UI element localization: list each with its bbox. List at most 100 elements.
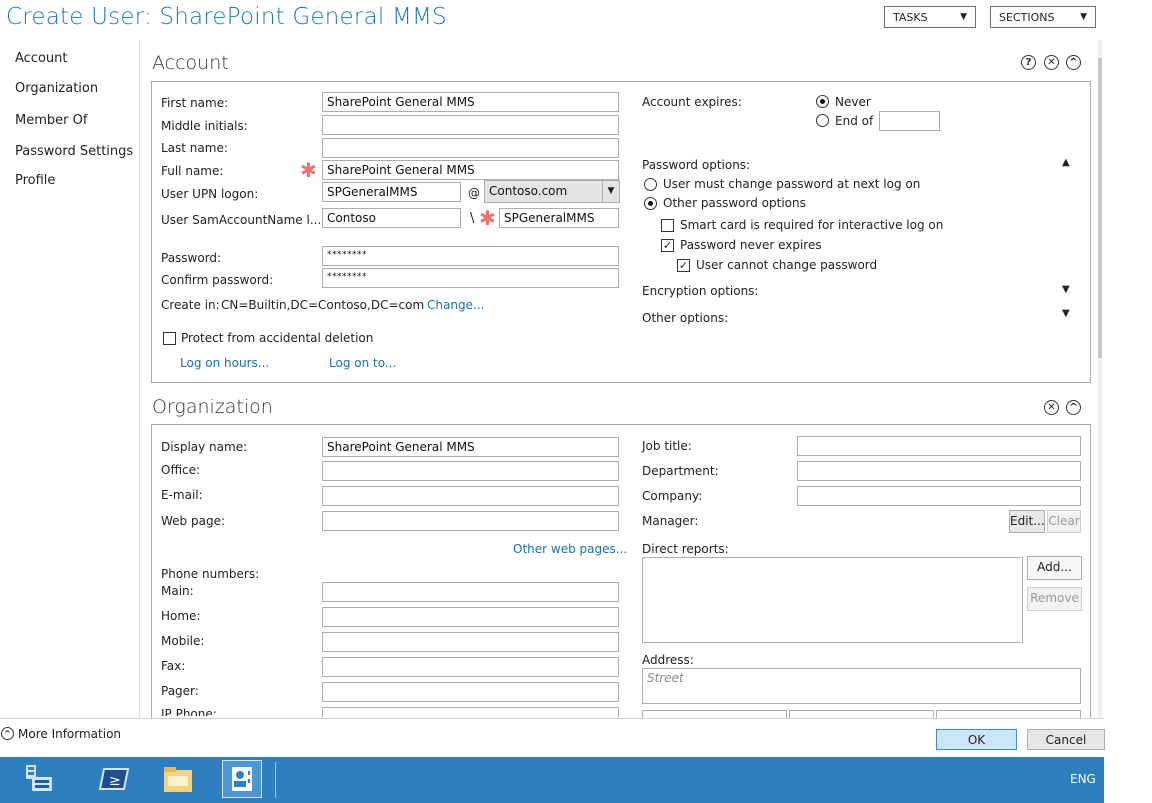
zip-input[interactable]: [936, 710, 1081, 718]
sections-label: SECTIONS: [999, 10, 1055, 24]
company-input[interactable]: [797, 486, 1081, 506]
sam-domain-input[interactable]: Contoso: [322, 208, 461, 228]
expand-triangle-icon[interactable]: ▼: [1062, 284, 1070, 295]
office-label: Office:: [161, 463, 201, 477]
nav-item-member-of[interactable]: Member Of: [15, 113, 87, 128]
job-title-label: Job title:: [642, 439, 692, 453]
must-change-radio[interactable]: [644, 178, 657, 191]
direct-reports-list[interactable]: [642, 557, 1023, 643]
expires-endof-radio[interactable]: [816, 114, 829, 127]
address-label: Address:: [642, 653, 694, 667]
language-indicator[interactable]: ENG: [1070, 772, 1096, 786]
create-in-value: CN=Builtin,DC=Contoso,DC=com: [221, 298, 425, 312]
expires-endof-label: End of: [835, 114, 874, 128]
department-label: Department:: [642, 464, 719, 478]
help-icon[interactable]: ?: [1021, 55, 1036, 70]
scrollbar-thumb[interactable]: [1098, 58, 1102, 358]
account-expires-label: Account expires:: [642, 95, 742, 109]
ip-phone-label: IP Phone:: [161, 708, 217, 716]
change-container-link[interactable]: Change...: [427, 298, 484, 312]
expand-more-info-icon[interactable]: ^: [1, 727, 14, 740]
job-title-input[interactable]: [797, 436, 1081, 456]
close-section-icon[interactable]: ✕: [1044, 400, 1059, 415]
ip-phone-input[interactable]: [322, 707, 619, 717]
never-expires-label: Password never expires: [680, 238, 822, 252]
sam-account-input[interactable]: SPGeneralMMS: [499, 208, 619, 228]
smartcard-label: Smart card is required for interactive l…: [680, 218, 944, 232]
taskbar-divider: [275, 762, 276, 798]
more-information-label[interactable]: More Information: [18, 727, 121, 741]
tasks-label: TASKS: [893, 10, 928, 24]
web-page-label: Web page:: [161, 514, 225, 528]
dropdown-arrow-icon: ▼: [960, 12, 967, 22]
cannot-change-checkbox[interactable]: ✓: [677, 259, 690, 272]
expires-date-input[interactable]: [879, 111, 940, 131]
other-password-radio[interactable]: [644, 197, 657, 210]
fax-label: Fax:: [161, 659, 186, 673]
upn-input[interactable]: SPGeneralMMS: [322, 182, 461, 202]
first-name-label: First name:: [161, 96, 229, 110]
nav-item-organization[interactable]: Organization: [15, 81, 98, 96]
logon-to-link[interactable]: Log on to...: [329, 356, 396, 370]
display-name-input[interactable]: SharePoint General MMS: [322, 437, 619, 457]
collapse-triangle-icon[interactable]: ▲: [1062, 157, 1070, 168]
pager-input[interactable]: [322, 682, 619, 702]
pager-label: Pager:: [161, 684, 199, 698]
sections-dropdown[interactable]: SECTIONS ▼: [990, 6, 1096, 28]
cancel-button[interactable]: Cancel: [1027, 729, 1105, 750]
department-input[interactable]: [797, 461, 1081, 481]
state-input[interactable]: [789, 710, 934, 718]
first-name-input[interactable]: SharePoint General MMS: [322, 92, 619, 112]
last-name-label: Last name:: [161, 141, 228, 155]
never-expires-checkbox[interactable]: ✓: [661, 239, 674, 252]
nav-item-profile[interactable]: Profile: [15, 173, 55, 188]
window-title: Create User: SharePoint General MMS: [6, 4, 447, 30]
web-page-input[interactable]: [322, 511, 619, 531]
server-manager-icon[interactable]: [19, 760, 59, 798]
fax-input[interactable]: [322, 657, 619, 677]
powershell-icon[interactable]: ≥: [94, 760, 134, 798]
upn-domain-select[interactable]: Contoso.com: [484, 180, 620, 203]
smartcard-checkbox[interactable]: [661, 219, 674, 232]
ad-admin-center-icon[interactable]: [222, 760, 262, 798]
confirm-password-label: Confirm password:: [161, 273, 274, 287]
dropdown-arrow-icon: ▼: [1080, 12, 1087, 22]
protect-checkbox[interactable]: [163, 332, 176, 345]
collapse-section-icon[interactable]: ^: [1066, 55, 1081, 70]
mobile-phone-input[interactable]: [322, 632, 619, 652]
city-input[interactable]: [642, 710, 787, 718]
home-phone-input[interactable]: [322, 607, 619, 627]
add-direct-report-button[interactable]: Add...: [1027, 556, 1082, 580]
confirm-password-input[interactable]: ********: [322, 268, 619, 288]
logon-hours-link[interactable]: Log on hours...: [180, 356, 269, 370]
phone-numbers-label: Phone numbers:: [161, 567, 260, 581]
chevron-down-icon[interactable]: ▼: [602, 181, 619, 202]
office-input[interactable]: [322, 461, 619, 481]
manager-edit-button[interactable]: Edit...: [1009, 510, 1045, 533]
sam-label: User SamAccountName l...: [161, 213, 322, 227]
password-options-label: Password options:: [642, 158, 751, 172]
file-explorer-icon[interactable]: [158, 760, 198, 798]
manager-clear-button[interactable]: Clear: [1047, 510, 1081, 533]
middle-initials-input[interactable]: [322, 115, 619, 135]
other-password-label: Other password options: [663, 196, 806, 210]
collapse-section-icon[interactable]: ^: [1066, 400, 1081, 415]
last-name-input[interactable]: [322, 138, 619, 158]
remove-direct-report-button[interactable]: Remove: [1027, 587, 1082, 611]
encryption-options-label: Encryption options:: [642, 284, 759, 298]
tasks-dropdown[interactable]: TASKS ▼: [884, 6, 976, 28]
nav-item-password-settings[interactable]: Password Settings: [15, 144, 133, 159]
main-phone-input[interactable]: [322, 582, 619, 602]
expand-triangle-icon[interactable]: ▼: [1062, 308, 1070, 319]
email-input[interactable]: [322, 486, 619, 506]
password-input[interactable]: ********: [322, 246, 619, 266]
other-web-pages-link[interactable]: Other web pages...: [513, 542, 627, 556]
full-name-label: Full name:: [161, 164, 224, 178]
ok-button[interactable]: OK: [936, 729, 1017, 750]
street-input[interactable]: Street: [642, 668, 1081, 704]
expires-never-radio[interactable]: [816, 95, 829, 108]
full-name-input[interactable]: SharePoint General MMS: [322, 160, 619, 180]
nav-item-account[interactable]: Account: [15, 51, 68, 66]
mobile-phone-label: Mobile:: [161, 634, 205, 648]
close-section-icon[interactable]: ✕: [1044, 55, 1059, 70]
